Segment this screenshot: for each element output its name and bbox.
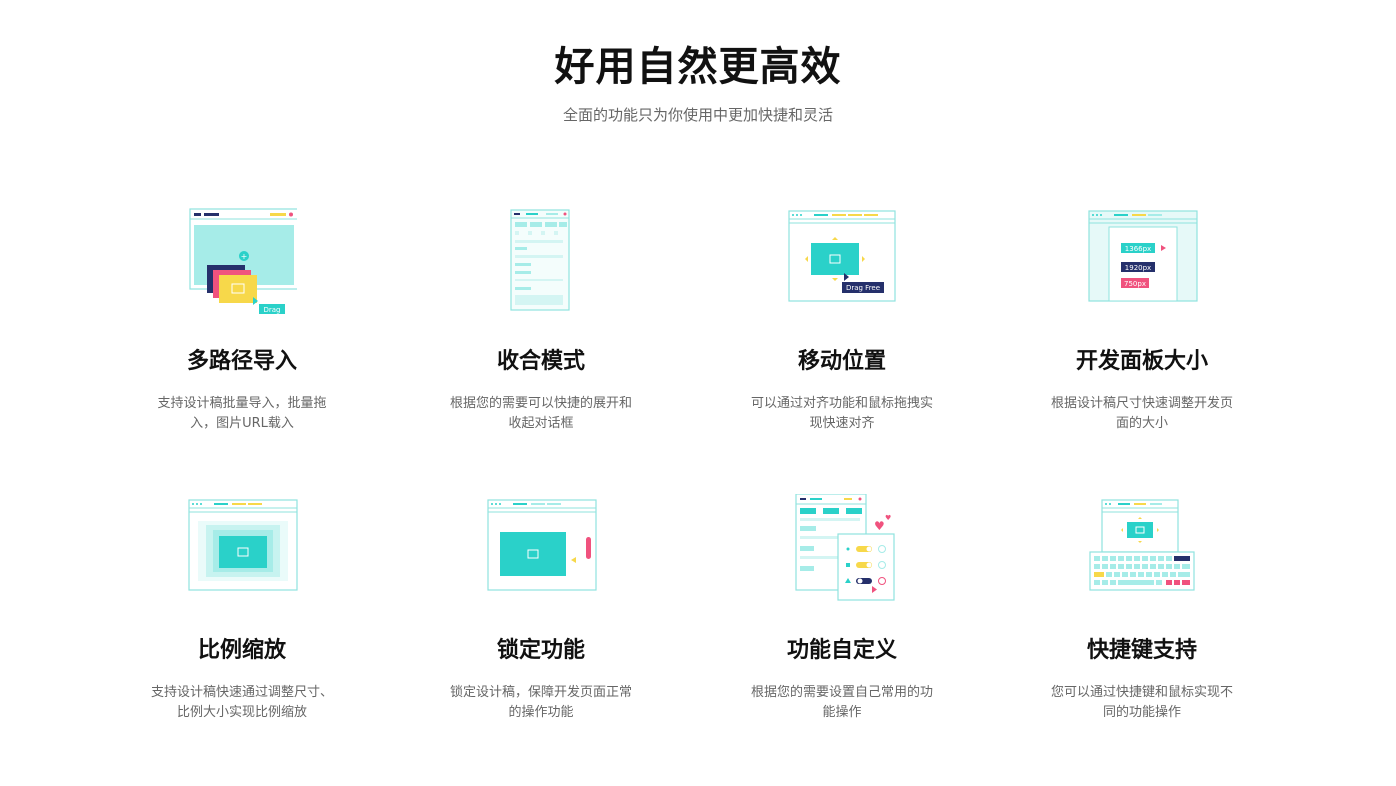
feature-desc: 可以通过对齐功能和鼠标拖拽实现快速对齐 <box>750 396 933 431</box>
page-title: 好用自然更高效 <box>554 44 842 90</box>
drag-badge: Drag <box>263 306 280 314</box>
feature-desc: 您可以通过快捷键和鼠标实现不同的功能操作 <box>1050 685 1233 720</box>
feature-title: 多路径导入 <box>186 349 297 374</box>
panel-size-illustration: 1366px 1920px 750px <box>992 205 1292 320</box>
move-position-illustration: Drag Free <box>692 205 992 320</box>
lock-illustration <box>391 494 691 609</box>
feature-title: 锁定功能 <box>496 638 585 663</box>
scale-illustration <box>92 494 392 609</box>
feature-desc: 根据设计稿尺寸快速调整开发页面的大小 <box>1050 396 1233 431</box>
feature-title: 收合模式 <box>496 349 585 374</box>
drag-free-badge: Drag Free <box>846 284 880 292</box>
size-label: 1920px <box>1125 264 1151 272</box>
feature-title: 快捷键支持 <box>1086 638 1197 663</box>
feature-desc: 根据您的需要可以快捷的展开和收起对话框 <box>449 396 632 431</box>
shortcut-illustration <box>992 494 1292 609</box>
svg-text:+: + <box>241 252 248 261</box>
feature-desc: 支持设计稿快速通过调整尺寸、比例大小实现比例缩放 <box>150 685 333 720</box>
svg-text:♥: ♥ <box>874 519 885 533</box>
feature-title: 开发面板大小 <box>1075 349 1208 374</box>
size-label: 1366px <box>1125 245 1151 253</box>
customize-illustration: ♥ ♥ <box>692 494 992 609</box>
multi-import-illustration: + Drag <box>92 205 392 320</box>
svg-text:♥: ♥ <box>885 514 891 522</box>
feature-desc: 根据您的需要设置自己常用的功能操作 <box>750 685 933 720</box>
feature-title: 功能自定义 <box>786 638 897 663</box>
feature-title: 比例缩放 <box>197 638 286 663</box>
feature-desc: 锁定设计稿，保障开发页面正常的操作功能 <box>449 685 632 720</box>
feature-desc: 支持设计稿批量导入，批量拖入，图片URL载入 <box>157 396 327 431</box>
feature-title: 移动位置 <box>797 349 886 374</box>
page-subtitle: 全面的功能只为你使用中更加快捷和灵活 <box>562 106 833 124</box>
size-label: 750px <box>1124 280 1146 288</box>
collapse-mode-illustration <box>391 205 691 320</box>
